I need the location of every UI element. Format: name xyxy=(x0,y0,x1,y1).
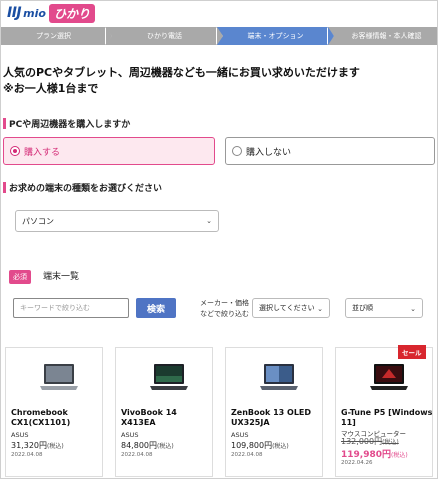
laptop-image xyxy=(40,364,78,390)
radio-yes-label: 購入する xyxy=(24,147,61,158)
keyword-placeholder: キーワードで絞り込む xyxy=(20,304,90,312)
step-plan: プラン選択 xyxy=(1,27,112,45)
page: IIJ mio ひかり プラン選択 ひかり電話 端末・オプション お客様情報・本… xyxy=(0,0,438,479)
step-customer-info: お客様情報・本人確認 xyxy=(327,27,437,45)
search-button[interactable]: 検索 xyxy=(136,298,176,318)
sale-badge: セール xyxy=(398,345,426,359)
product-card[interactable]: VivoBook 14 X413EA ASUS 84,800円(税込) 2022… xyxy=(115,347,213,477)
laptop-image xyxy=(260,364,298,390)
logo-iij-text: IIJ xyxy=(7,5,22,21)
product-date: 2022.04.26 xyxy=(341,460,373,466)
filter-label: メーカー・価格 などで絞り込む xyxy=(191,298,249,320)
progress-steps: プラン選択 ひかり電話 端末・オプション お客様情報・本人確認 xyxy=(1,27,437,45)
product-name: Chromebook CX1(CX1101) xyxy=(11,408,71,427)
product-card[interactable]: Chromebook CX1(CX1101) ASUS 31,320円(税込) … xyxy=(5,347,103,477)
chevron-down-icon: ⌄ xyxy=(410,305,416,313)
iijmio-hikari-logo[interactable]: IIJ mio ひかり xyxy=(7,3,95,23)
device-list-title: 端末一覧 xyxy=(43,272,80,282)
product-maker: ASUS xyxy=(11,431,29,439)
product-name: VivoBook 14 X413EA xyxy=(121,408,177,427)
product-price: 109,800円(税込) xyxy=(231,440,289,451)
required-badge: 必須 xyxy=(9,270,31,284)
radio-purchase-yes[interactable]: 購入する xyxy=(3,137,215,165)
sale-price-tax: (税込) xyxy=(391,452,408,459)
logo-hikari-text: ひかり xyxy=(48,3,95,23)
product-price: 31,320円(税込) xyxy=(11,440,64,451)
filter-label-line-1: メーカー・価格 xyxy=(200,299,249,307)
product-maker: ASUS xyxy=(231,431,249,439)
old-price-value: 132,000円 xyxy=(341,437,383,446)
header: IIJ mio ひかり xyxy=(1,1,437,27)
filter-select-value: 選択してください xyxy=(259,304,315,312)
price-tax: (税込) xyxy=(157,443,174,450)
product-price: 84,800円(税込) xyxy=(121,440,174,451)
chevron-down-icon: ⌄ xyxy=(206,217,212,225)
chevron-down-icon: ⌄ xyxy=(317,305,323,313)
sort-select[interactable]: 並び順 ⌄ xyxy=(345,298,423,318)
sale-price-value: 119,980円 xyxy=(341,450,391,460)
product-name: ZenBook 13 OLED UX325JA xyxy=(231,408,312,427)
purchase-question-label: PCや周辺機器を購入しますか xyxy=(3,117,130,130)
intro-line-2: ※お一人様1台まで xyxy=(3,82,99,95)
radio-purchase-no[interactable]: 購入しない xyxy=(225,137,435,165)
radio-on-icon xyxy=(10,146,20,156)
filter-select[interactable]: 選択してください ⌄ xyxy=(252,298,330,318)
price-value: 84,800円 xyxy=(121,441,157,450)
product-card[interactable]: G-Tune P5 [Windows 11] マウスコンピューター 132,00… xyxy=(335,347,433,477)
laptop-image xyxy=(370,364,408,390)
device-type-value: パソコン xyxy=(22,216,54,226)
keyword-search-input[interactable]: キーワードで絞り込む xyxy=(13,298,129,318)
radio-off-icon xyxy=(232,146,242,156)
price-value: 109,800円 xyxy=(231,441,273,450)
old-price-tax: (税込) xyxy=(382,439,399,446)
step-phone: ひかり電話 xyxy=(105,27,223,45)
device-type-label: お求めの端末の種類をお選びください xyxy=(3,181,162,194)
price-value: 31,320円 xyxy=(11,441,47,450)
product-date: 2022.04.08 xyxy=(231,452,263,458)
product-old-price: 132,000円(税込) xyxy=(341,436,399,447)
product-sale-price: 119,980円(税込) xyxy=(341,447,408,460)
device-type-select[interactable]: パソコン ⌄ xyxy=(15,210,219,232)
product-card[interactable]: ZenBook 13 OLED UX325JA ASUS 109,800円(税込… xyxy=(225,347,323,477)
intro-text: 人気のPCやタブレット、周辺機器なども一緒にお買い求めいただけます ※お一人様1… xyxy=(3,65,360,97)
step-device-option: 端末・オプション xyxy=(216,27,334,45)
product-date: 2022.04.08 xyxy=(121,452,153,458)
product-date: 2022.04.08 xyxy=(11,452,43,458)
intro-line-1: 人気のPCやタブレット、周辺機器なども一緒にお買い求めいただけます xyxy=(3,66,360,79)
laptop-image xyxy=(150,364,188,390)
radio-no-label: 購入しない xyxy=(246,147,292,158)
price-tax: (税込) xyxy=(272,443,289,450)
logo-mio-text: mio xyxy=(23,6,46,20)
product-name: G-Tune P5 [Windows 11] xyxy=(341,408,433,427)
price-tax: (税込) xyxy=(47,443,64,450)
filter-label-line-2: などで絞り込む xyxy=(200,310,249,318)
product-maker: ASUS xyxy=(121,431,139,439)
sort-select-value: 並び順 xyxy=(352,304,373,312)
